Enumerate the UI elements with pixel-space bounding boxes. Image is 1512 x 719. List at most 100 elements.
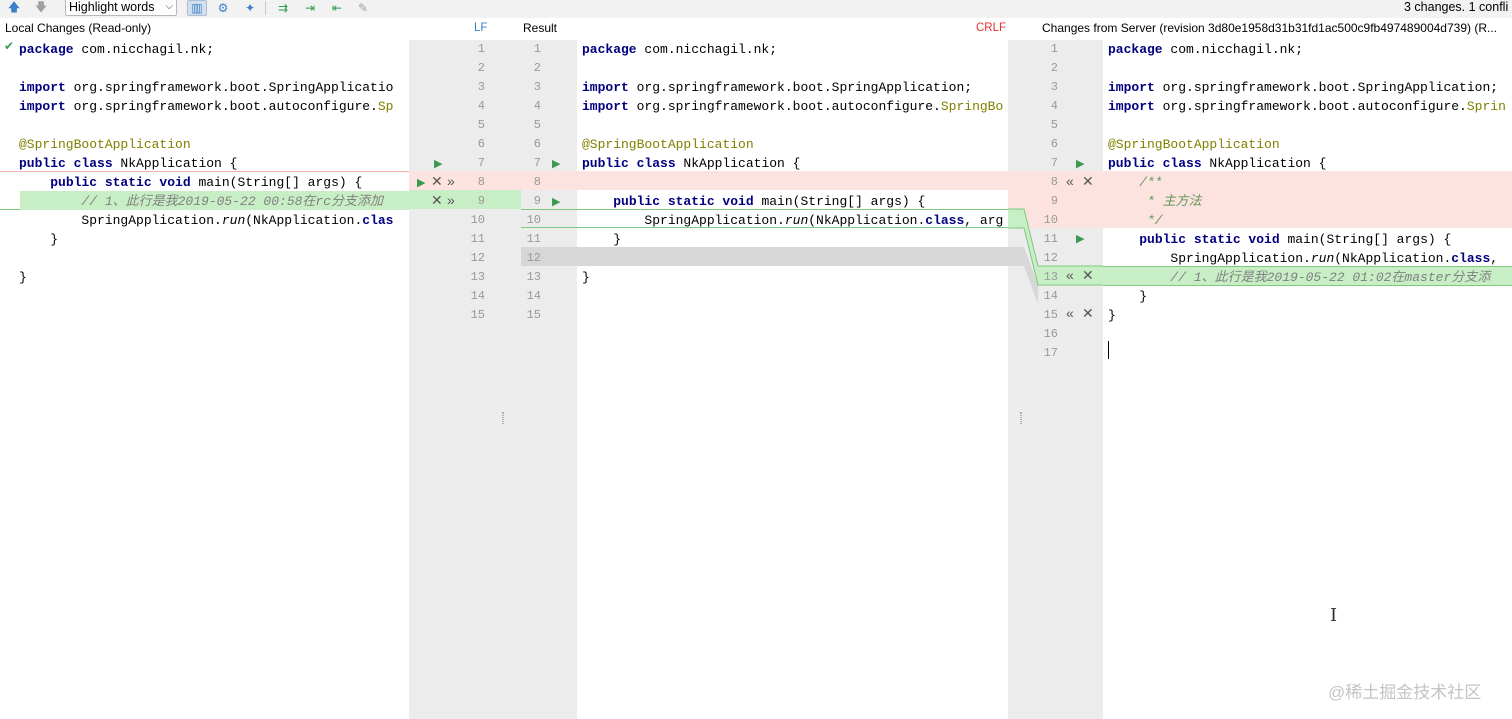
code-line: import org.springframework.boot.autoconf… [582, 99, 1004, 114]
line-number: 8 [1050, 175, 1058, 189]
ignore-change-x-icon[interactable]: ✕ [1082, 172, 1094, 191]
apply-change-arrow-icon[interactable]: ▶ [417, 174, 425, 193]
right-editor[interactable]: package com.nicchagil.nk; import org.spr… [1103, 40, 1512, 719]
gear-icon[interactable]: ⚙ [214, 0, 232, 16]
line-number: 9 [477, 194, 485, 208]
line-number: 7 [477, 156, 485, 170]
code-line: import org.springframework.boot.SpringAp… [582, 80, 973, 95]
line-number: 13 [470, 270, 485, 284]
line-number: 11 [1043, 232, 1058, 246]
middle-panel-title: Result [523, 19, 623, 39]
code-line: SpringApplication.run(NkApplication.clas [19, 213, 394, 228]
right-gutter: 1 2 3 4 5 6 7 8 9 10 11 12 13 14 15 16 17 ▶ « ✕ ▶ « ✕ « … [1008, 40, 1103, 719]
code-line: } [1108, 308, 1116, 323]
ignore-change-x-icon[interactable]: ✕ [431, 191, 443, 210]
code-line: import org.springframework.boot.autoconf… [19, 99, 394, 114]
splitter-grip[interactable] [1020, 412, 1022, 424]
line-number: 1 [533, 42, 541, 56]
line-number: 15 [526, 308, 541, 322]
apply-right-icon[interactable]: ⇤ [328, 0, 346, 16]
toolbar-separator [265, 1, 266, 15]
line-number: 12 [526, 251, 541, 265]
code-line: public class NkApplication { [582, 156, 801, 171]
result-editor[interactable]: package com.nicchagil.nk; import org.spr… [577, 40, 1008, 719]
highlight-mode-select[interactable]: Highlight words ⌵ [65, 0, 177, 16]
line-number: 7 [1050, 156, 1058, 170]
ignore-change-x-icon[interactable]: ✕ [1082, 266, 1094, 285]
append-change-chevron-icon[interactable]: » [447, 172, 455, 191]
line-number: 16 [1043, 327, 1058, 341]
line-number: 17 [1043, 346, 1058, 360]
code-line: // 1、此行是我2019-05-22 01:02在master分支添 [1108, 270, 1491, 285]
apply-change-arrow-icon[interactable]: ▶ [1076, 230, 1084, 249]
changes-status: 3 changes. 1 confli [1404, 0, 1509, 14]
line-number: 3 [1050, 80, 1058, 94]
highlight-mode-value: Highlight words [69, 0, 155, 14]
apply-change-arrow-icon[interactable]: ▶ [552, 193, 560, 212]
previous-difference-arrow-up-icon[interactable]: 🡅 [5, 0, 23, 16]
line-number: 14 [526, 289, 541, 303]
magic-resolve-icon[interactable]: ✎ [354, 0, 372, 16]
append-change-chevron-icon[interactable]: « [1066, 266, 1074, 285]
left-gutter: 1 2 3 4 5 6 7 8 9 10 11 12 13 14 15 ▶ ▶ ✕ » ✕ » [409, 40, 521, 719]
middle-line-separator[interactable]: CRLF [976, 19, 1006, 37]
line-number: 11 [470, 232, 485, 246]
code-line: package com.nicchagil.nk; [582, 42, 778, 57]
code-line: public static void main(String[] args) { [50, 175, 363, 190]
result-gutter: 1 2 3 4 5 6 7 8 9 10 11 12 13 14 15 ▶ ▶ [521, 40, 577, 719]
line-number: 5 [533, 118, 541, 132]
line-number: 5 [477, 118, 485, 132]
append-change-chevron-icon[interactable]: « [1066, 304, 1074, 323]
line-number: 7 [533, 156, 541, 170]
code-line: SpringApplication.run(NkApplication.clas… [582, 213, 1004, 228]
apply-non-conflicting-icon[interactable]: ⇉ [274, 0, 292, 16]
columns-layout-icon[interactable]: ▥ [187, 0, 207, 16]
line-number: 12 [1043, 251, 1058, 265]
ignore-change-x-icon[interactable]: ✕ [1082, 304, 1094, 323]
splitter-grip[interactable] [502, 412, 504, 424]
line-number: 10 [1043, 213, 1058, 227]
line-number: 1 [1050, 42, 1058, 56]
mouse-ibeam-cursor: I [1330, 605, 1338, 626]
line-number: 6 [477, 137, 485, 151]
line-number: 1 [477, 42, 485, 56]
next-difference-arrow-down-icon[interactable]: 🡇 [32, 0, 50, 16]
left-editor[interactable]: ✔ package com.nicchagil.nk; import org.s… [0, 40, 409, 719]
apply-left-icon[interactable]: ⇥ [301, 0, 319, 16]
checkmark-icon: ✔ [4, 40, 15, 53]
line-number: 13 [1043, 270, 1058, 284]
line-number: 15 [1043, 308, 1058, 322]
code-line: import org.springframework.boot.autoconf… [1108, 99, 1506, 114]
line-number: 9 [533, 194, 541, 208]
code-line: } [19, 232, 59, 247]
code-line: public static void main(String[] args) { [1139, 232, 1452, 247]
code-line: } [582, 270, 590, 285]
code-line: } [1108, 289, 1148, 304]
code-line: } [19, 270, 27, 285]
line-number: 3 [477, 80, 485, 94]
code-line: public class NkApplication { [1108, 156, 1327, 171]
apply-change-arrow-icon[interactable]: ▶ [552, 155, 560, 174]
append-change-chevron-icon[interactable]: » [447, 191, 455, 210]
line-number: 12 [470, 251, 485, 265]
left-line-separator[interactable]: LF [474, 19, 487, 37]
code-line: import org.springframework.boot.SpringAp… [1108, 80, 1499, 95]
ignore-change-x-icon[interactable]: ✕ [431, 172, 443, 191]
toolbar: 🡅 🡇 Highlight words ⌵ ▥ ⚙ ✦ ⇉ ⇥ ⇤ ✎ 3 ch… [0, 0, 1512, 18]
code-line: public static void main(String[] args) { [613, 194, 926, 209]
line-number: 6 [1050, 137, 1058, 151]
sync-scroll-icon[interactable]: ✦ [241, 0, 259, 16]
line-number: 4 [477, 99, 485, 113]
code-line: /** [1108, 175, 1163, 190]
line-number: 9 [1050, 194, 1058, 208]
right-panel-title: Changes from Server (revision 3d80e1958d… [1042, 19, 1512, 39]
code-line: } [582, 232, 622, 247]
change-marker [0, 209, 20, 210]
line-number: 4 [1050, 99, 1058, 113]
line-number: 4 [533, 99, 541, 113]
append-change-chevron-icon[interactable]: « [1066, 172, 1074, 191]
deleted-band [577, 247, 1008, 266]
chevron-down-icon: ⌵ [165, 1, 173, 12]
text-caret [1108, 341, 1109, 359]
conflict-band [577, 171, 1008, 190]
